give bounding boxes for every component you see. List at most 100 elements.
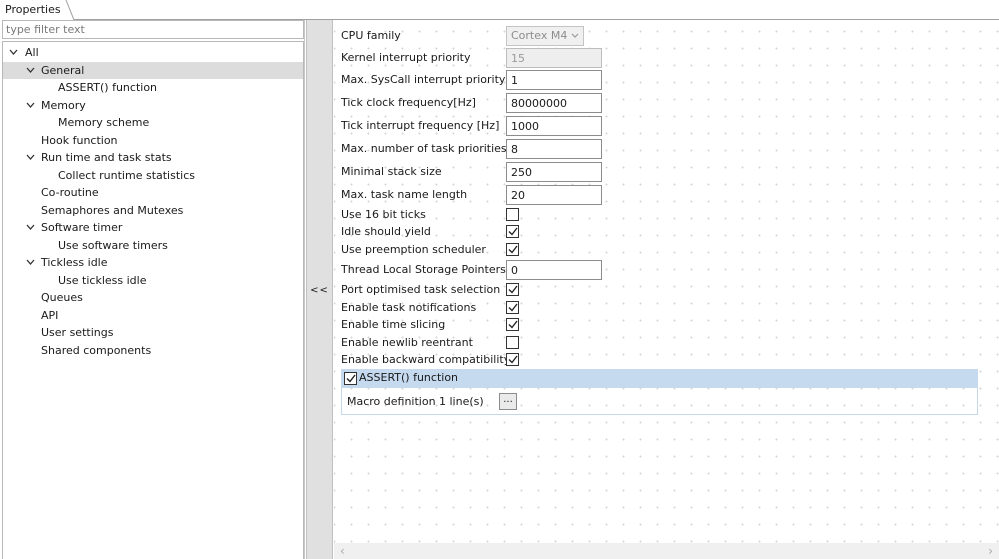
prop-label: Port optimised task selection <box>341 283 501 296</box>
prop-label: Use 16 bit ticks <box>341 208 426 221</box>
collapse-tree-button[interactable]: << <box>307 282 332 300</box>
tree-node-all[interactable]: All <box>3 44 303 61</box>
prop-row-max-task-name-length: Max. task name length <box>341 185 981 205</box>
enable-newlib-reentrant-checkbox[interactable] <box>506 336 519 349</box>
chevron-down-icon[interactable] <box>26 254 36 271</box>
filter-input[interactable] <box>2 20 304 39</box>
tree-node-shared-components[interactable]: Shared components <box>3 342 303 359</box>
max-syscall-interrupt-priority-input[interactable] <box>506 70 602 90</box>
prop-row-kernel-interrupt-priority: Kernel interrupt priority <box>341 48 981 68</box>
port-optimised-task-selection-checkbox[interactable] <box>506 283 519 296</box>
tab-edge-shape <box>60 0 74 20</box>
tree-node-label: Memory scheme <box>58 116 150 129</box>
prop-row-port-optimised-task-selection: Port optimised task selection <box>341 280 981 300</box>
prop-label: Enable task notifications <box>341 301 477 314</box>
edit-macro-button[interactable]: ... <box>499 393 517 410</box>
prop-label: Enable time slicing <box>341 318 446 331</box>
prop-label: Max. number of task priorities <box>341 142 507 155</box>
view-tab-bar: Properties <box>0 0 999 20</box>
tree-node-label: Use tickless idle <box>58 274 147 287</box>
tree-node-label: ASSERT() function <box>58 81 158 94</box>
thread-local-storage-pointers-input[interactable] <box>506 260 602 280</box>
scroll-right-icon[interactable]: › <box>988 544 993 558</box>
enable-task-notifications-checkbox[interactable] <box>506 301 519 314</box>
max-task-name-length-input[interactable] <box>506 185 602 205</box>
tree-node-label: Co-routine <box>41 186 99 199</box>
prop-label: Tick clock frequency[Hz] <box>341 96 476 109</box>
tree-node-hook-function[interactable]: Hook function <box>3 132 303 149</box>
cpu-family-select: Cortex M4 <box>506 26 584 46</box>
tree-node-label: Software timer <box>41 221 123 234</box>
prop-row-use-preemption-scheduler: Use preemption scheduler <box>341 240 981 260</box>
tree-node-label: Use software timers <box>58 239 168 252</box>
checkmark-icon <box>508 227 518 236</box>
assert-section-header[interactable]: ASSERT() function <box>341 369 978 388</box>
tree-node-memory-scheme[interactable]: Memory scheme <box>3 114 303 131</box>
chevron-down-icon <box>571 33 579 38</box>
prop-row-tick-clock-frequency: Tick clock frequency[Hz] <box>341 93 981 113</box>
prop-label: Enable newlib reentrant <box>341 336 473 349</box>
checkmark-icon <box>508 303 518 312</box>
chevron-down-icon[interactable] <box>26 149 36 166</box>
tree-node-use-tickless-idle[interactable]: Use tickless idle <box>3 272 303 289</box>
tree-node-label: Shared components <box>41 344 152 357</box>
use-preemption-scheduler-checkbox[interactable] <box>506 243 519 256</box>
kernel-interrupt-priority-input <box>506 48 602 68</box>
properties-tab-label: Properties <box>5 3 61 16</box>
tree-node-api[interactable]: API <box>3 307 303 324</box>
chevron-down-icon[interactable] <box>26 219 36 236</box>
tree-node-user-settings[interactable]: User settings <box>3 324 303 341</box>
assert-function-checkbox[interactable] <box>344 372 357 385</box>
tree-node-software-timer[interactable]: Software timer <box>3 219 303 236</box>
prop-row-max-syscall-interrupt-priority: Max. SysCall interrupt priority <box>341 70 981 90</box>
tree-node-tickless-idle[interactable]: Tickless idle <box>3 254 303 271</box>
prop-row-idle-should-yield: Idle should yield <box>341 222 981 242</box>
tree-node-semaphores[interactable]: Semaphores and Mutexes <box>3 202 303 219</box>
category-tree: All General ASSERT() function Memory Mem… <box>2 41 304 559</box>
assert-section-body: Macro definition 1 line(s) ... <box>341 388 978 415</box>
tree-node-label: Queues <box>41 291 83 304</box>
prop-label: Minimal stack size <box>341 165 442 178</box>
tree-node-co-routine[interactable]: Co-routine <box>3 184 303 201</box>
tree-node-collect-runtime-statistics[interactable]: Collect runtime statistics <box>3 167 303 184</box>
scroll-left-icon[interactable]: ‹ <box>340 544 345 558</box>
assert-section-title: ASSERT() function <box>359 371 459 384</box>
horizontal-scrollbar[interactable]: ‹ › <box>334 543 999 559</box>
tree-node-general[interactable]: General <box>3 62 303 79</box>
prop-label: Thread Local Storage Pointers <box>341 263 506 276</box>
tick-clock-frequency-input[interactable] <box>506 93 602 113</box>
use-16-bit-ticks-checkbox[interactable] <box>506 208 519 221</box>
tree-node-label: Collect runtime statistics <box>58 169 195 182</box>
enable-backward-compatibility-checkbox[interactable] <box>506 353 519 366</box>
prop-label: Use preemption scheduler <box>341 243 486 256</box>
minimal-stack-size-input[interactable] <box>506 162 602 182</box>
tree-node-memory[interactable]: Memory <box>3 97 303 114</box>
macro-definition-label: Macro definition <box>347 395 436 408</box>
prop-label: Enable backward compatibility <box>341 353 511 366</box>
prop-row-tick-interrupt-frequency: Tick interrupt frequency [Hz] <box>341 116 981 136</box>
chevron-down-icon[interactable] <box>26 97 36 114</box>
tree-node-use-software-timers[interactable]: Use software timers <box>3 237 303 254</box>
prop-label: CPU family <box>341 29 401 42</box>
chevron-down-icon[interactable] <box>26 62 36 79</box>
checkmark-icon <box>508 285 518 294</box>
prop-row-minimal-stack-size: Minimal stack size <box>341 162 981 182</box>
tree-node-queues[interactable]: Queues <box>3 289 303 306</box>
tree-node-label: Tickless idle <box>41 256 108 269</box>
tick-interrupt-frequency-input[interactable] <box>506 116 602 136</box>
enable-time-slicing-checkbox[interactable] <box>506 318 519 331</box>
chevron-down-icon[interactable] <box>9 44 19 61</box>
tree-node-assert-function[interactable]: ASSERT() function <box>3 79 303 96</box>
tree-node-label: Semaphores and Mutexes <box>41 204 184 217</box>
prop-row-thread-local-storage-pointers: Thread Local Storage Pointers <box>341 260 981 280</box>
checkmark-icon <box>508 245 518 254</box>
tree-node-label: General <box>41 64 85 77</box>
properties-tab[interactable]: Properties <box>0 0 66 20</box>
idle-should-yield-checkbox[interactable] <box>506 225 519 238</box>
prop-label: Max. SysCall interrupt priority <box>341 73 506 86</box>
tree-node-run-time-stats[interactable]: Run time and task stats <box>3 149 303 166</box>
prop-row-enable-time-slicing: Enable time slicing <box>341 315 981 335</box>
prop-row-max-task-priorities: Max. number of task priorities <box>341 139 981 159</box>
max-task-priorities-input[interactable] <box>506 139 602 159</box>
checkmark-icon <box>508 320 518 329</box>
